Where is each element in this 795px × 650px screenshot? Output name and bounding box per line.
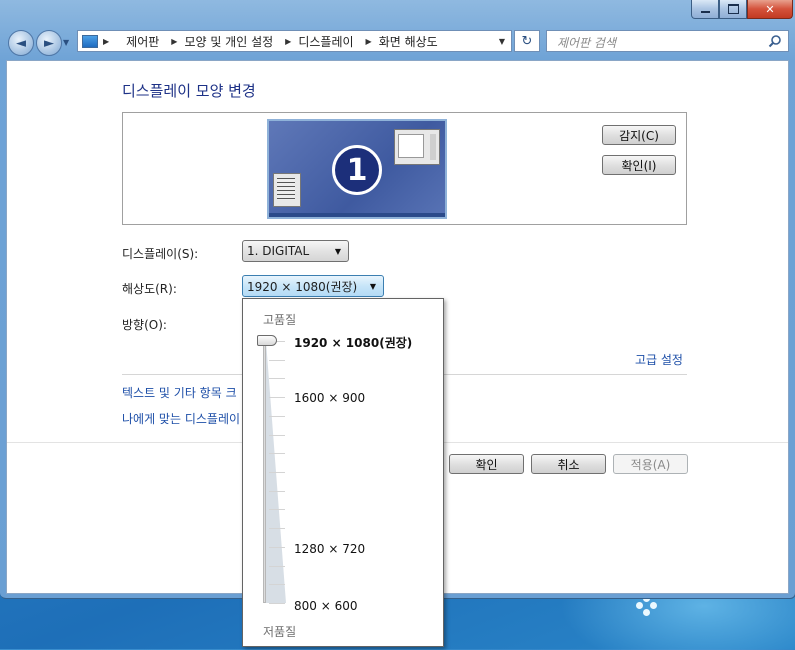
resolution-slider-track[interactable] [263,341,266,603]
chevron-right-icon: ▶ [103,36,110,46]
forward-button[interactable]: ► [36,30,62,56]
window-caption-buttons: ✕ [691,0,793,19]
breadcrumb-control-panel[interactable]: 제어판 [126,33,159,50]
address-bar[interactable]: ▶ 제어판 ▶ 모양 및 개인 설정 ▶ 디스플레이 ▶ 화면 해상도 ▼ [77,30,512,52]
navigation-bar: ◄ ► ▼ ▶ 제어판 ▶ 모양 및 개인 설정 ▶ 디스플레이 ▶ 화면 해상도 ▼… [0,22,795,60]
resolution-option[interactable]: 1600 × 900 [294,391,365,405]
resolution-dropdown-popup: 고품질 1920 × 1080(권장) 1600 × 900 1280 × 72… [242,298,444,647]
low-quality-label: 저품질 [263,625,297,639]
close-button[interactable]: ✕ [747,0,793,19]
breadcrumb-display[interactable]: ▶ 디스플레이 [283,33,353,50]
ok-button[interactable]: 확인 [449,454,524,474]
refresh-icon: ↻ [521,33,533,49]
search-placeholder: 제어판 검색 [557,36,617,50]
mini-window-icon [273,173,301,207]
back-button[interactable]: ◄ [8,30,34,56]
breadcrumb-label: 디스플레이 [298,34,354,49]
apply-button[interactable]: 적용(A) [613,454,688,474]
breadcrumb-label: 제어판 [126,34,160,49]
slider-tick [269,509,285,510]
chevron-down-icon: ▼ [369,282,376,291]
chevron-down-icon: ▼ [334,247,341,256]
chevron-right-icon: ▶ [365,36,372,46]
chevron-right-icon: ▶ [171,36,178,46]
slider-tick [269,584,285,585]
display-select[interactable]: 1. DIGITAL ▼ [242,240,349,262]
resolution-option[interactable]: 1920 × 1080(권장) [294,334,412,351]
control-panel-icon [82,34,98,48]
minimize-icon [700,11,710,13]
cancel-button[interactable]: 취소 [531,454,606,474]
mini-window-icon [394,129,440,165]
advanced-settings-link[interactable]: 고급 설정 [635,351,683,368]
slider-tick [269,472,285,473]
breadcrumb-label: 화면 해상도 [378,34,438,49]
high-quality-label: 고품질 [263,313,297,327]
slider-tick [269,453,285,454]
mini-taskbar [269,213,445,217]
slider-tick [269,416,285,417]
orientation-label: 방향(O): [122,318,167,332]
chevron-right-icon: ▶ [285,36,292,46]
breadcrumb-screen-resolution[interactable]: ▶ 화면 해상도 [364,33,438,50]
search-icon[interactable] [768,34,782,48]
resolution-option[interactable]: 800 × 600 [294,599,358,613]
monitor-1-thumbnail[interactable]: 1 [267,119,447,219]
identify-button[interactable]: 확인(I) [602,155,676,175]
close-icon: ✕ [765,2,775,16]
slider-tick [269,528,285,529]
resolution-slider-thumb[interactable] [257,335,277,346]
recent-pages-dropdown[interactable]: ▼ [63,38,69,47]
resolution-option[interactable]: 1280 × 720 [294,542,365,556]
resolution-select[interactable]: 1920 × 1080(권장) ▼ [242,275,384,297]
minimize-button[interactable] [691,0,719,19]
address-dropdown-icon[interactable]: ▼ [499,37,505,46]
slider-tick [269,397,285,398]
monitor-number-badge: 1 [332,145,382,195]
refresh-button[interactable]: ↻ [514,30,540,52]
display-select-value: 1. DIGITAL [247,244,310,258]
slider-tick [269,435,285,436]
resolution-select-value: 1920 × 1080(권장) [247,279,358,294]
maximize-button[interactable] [719,0,747,19]
breadcrumb-root[interactable]: ▶ [101,37,116,46]
slider-tick [269,603,285,604]
resolution-label: 해상도(R): [122,282,177,296]
breadcrumb-label: 모양 및 개인 설정 [184,34,274,49]
slider-tick [269,378,285,379]
detect-button[interactable]: 감지(C) [602,125,676,145]
breadcrumb-appearance[interactable]: ▶ 모양 및 개인 설정 [169,33,273,50]
slider-tick [269,547,285,548]
display-preview-area: 1 감지(C) 확인(I) [122,112,687,225]
text-size-link[interactable]: 텍스트 및 기타 항목 크 [122,384,237,401]
slider-tick [269,566,285,567]
display-settings-link[interactable]: 나에게 맞는 디스플레이 [122,410,240,427]
search-box[interactable]: 제어판 검색 [546,30,789,52]
forward-arrow-icon: ► [44,35,54,51]
slider-tick [269,360,285,361]
page-title: 디스플레이 모양 변경 [122,82,256,100]
maximize-icon [727,4,739,14]
display-label: 디스플레이(S): [122,247,199,261]
back-arrow-icon: ◄ [16,35,26,51]
slider-tick [269,491,285,492]
